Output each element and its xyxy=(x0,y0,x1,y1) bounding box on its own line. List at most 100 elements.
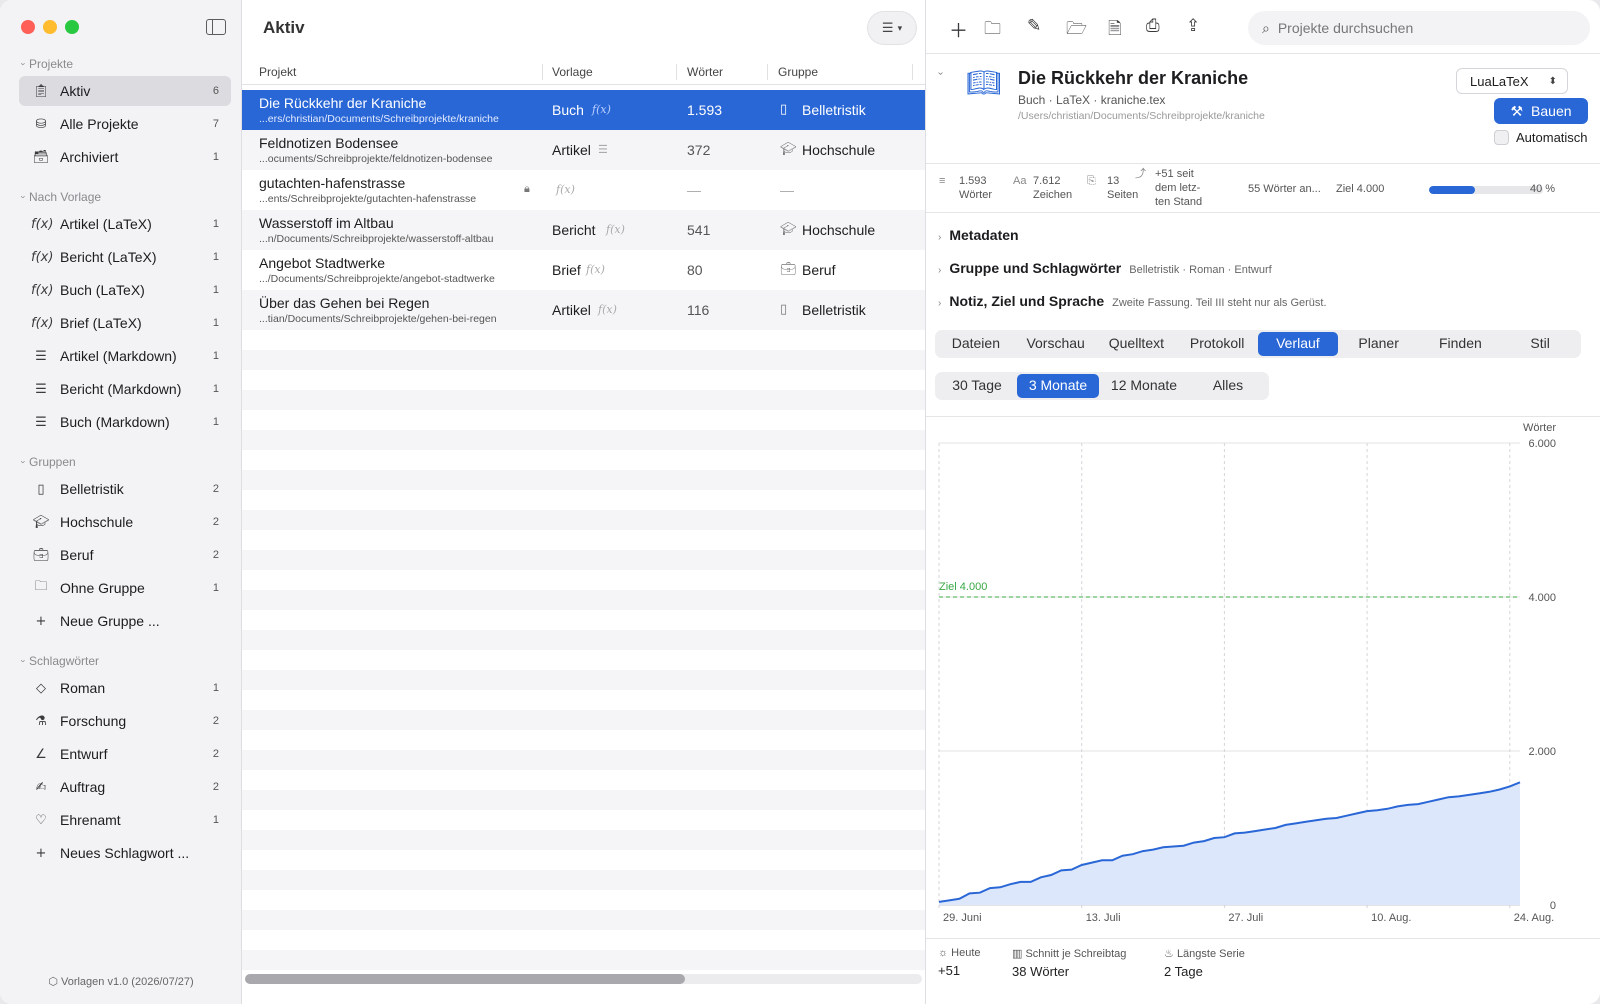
x-tick-label: 24. Aug. xyxy=(1514,912,1554,924)
history-chart: 0 2.000 4.000 6.000 Wörter 29. Juni 13. Juli 27… xyxy=(926,416,1600,938)
x-tick-label: 10. Aug. xyxy=(1371,912,1411,924)
flame-icon: ♨ xyxy=(1164,948,1174,960)
filter-icon: ☰ xyxy=(881,20,894,35)
tab-dateien[interactable]: Dateien xyxy=(937,332,1015,356)
table-row[interactable]: Über das Gehen bei Regen ...tian/Document… xyxy=(242,290,925,330)
sidebar-item-aktiv[interactable]: 📋︎ Aktiv 6 xyxy=(19,76,231,106)
sidebar-item-vorlage[interactable]: f(x) Buch (LaTeX) 1 xyxy=(19,275,231,305)
sidebar-item-gruppe[interactable]: 🎓︎ Hochschule 2 xyxy=(19,507,231,537)
plus-icon: + xyxy=(35,845,47,861)
x-tick-label: 27. Juli xyxy=(1228,912,1263,924)
sidebar-item-tag[interactable]: ◇ Roman 1 xyxy=(19,673,231,703)
column-header-woerter[interactable]: Wörter xyxy=(687,65,723,79)
tab-quelltext[interactable]: Quelltext xyxy=(1097,332,1177,356)
minimize-window-button[interactable] xyxy=(43,20,57,34)
table-row[interactable]: Feldnotizen Bodensee ...ocuments/Schreibp… xyxy=(242,130,925,170)
build-button[interactable]: ⚒ Bauen xyxy=(1494,98,1588,124)
filter-menu-button[interactable]: ☰ ▾ xyxy=(867,11,917,45)
sidebar-item-vorlage[interactable]: ☰ Artikel (Markdown) 1 xyxy=(19,341,231,371)
goal-label: Ziel 4.000 xyxy=(939,581,987,593)
tab-stil[interactable]: Stil xyxy=(1501,332,1579,356)
section-header-vorlage[interactable]: › Nach Vorlage xyxy=(19,190,102,204)
goal-progress-bar xyxy=(1429,186,1543,194)
sidebar-item-vorlage[interactable]: f(x) Bericht (LaTeX) 1 xyxy=(19,242,231,272)
search-input[interactable]: ⌕ Projekte durchsuchen xyxy=(1248,11,1590,45)
document-header: ‹ 📖︎ Die Rückkehr der Kraniche Buch · La… xyxy=(926,60,1600,160)
bar-chart-icon: ▥ xyxy=(1012,948,1023,960)
range-alles[interactable]: Alles xyxy=(1189,374,1267,398)
sidebar-item-gruppe[interactable]: 💼︎ Beruf 2 xyxy=(19,540,231,570)
document-title: Die Rückkehr der Kraniche xyxy=(1018,68,1249,88)
book-icon: ▯ xyxy=(780,102,788,117)
sidebar-item-gruppe[interactable]: ▯ Belletristik 2 xyxy=(19,474,231,504)
automatic-checkbox[interactable]: Automatisch xyxy=(1494,130,1588,145)
note-goal-language-disclosure[interactable]: › Notiz, Ziel und Sprache Zweite Fassung. … xyxy=(938,293,1327,309)
section-header-projekte[interactable]: › Projekte xyxy=(19,57,74,71)
collapse-chevron-icon[interactable]: ‹ xyxy=(935,72,946,75)
range-3-monate[interactable]: 3 Monate xyxy=(1017,374,1099,398)
toolbar: ＋ 🗀 ✎ 🗁 🗎 ⎙ ⇪ ⌕ Projekte durchsuchen xyxy=(926,0,1600,54)
version-footer: ⬡ Vorlagen v1.0 (2026/07/27) xyxy=(48,976,194,988)
horizontal-scrollbar-thumb[interactable] xyxy=(245,974,685,984)
y-axis-label: Wörter xyxy=(1523,422,1556,434)
graduation-cap-icon: 🎓︎ xyxy=(780,222,797,237)
table-row[interactable]: Angebot Stadtwerke .../Documents/Schreibp… xyxy=(242,250,925,290)
new-folder-icon[interactable]: 🗀 xyxy=(984,16,1001,45)
add-icon[interactable]: ＋ xyxy=(949,16,968,43)
archive-box-icon: 🗃︎ xyxy=(32,149,50,165)
sidebar-item-vorlage[interactable]: f(x) Brief (LaTeX) 1 xyxy=(19,308,231,338)
function-icon: f(x) xyxy=(592,103,611,116)
column-header-gruppe[interactable]: Gruppe xyxy=(778,65,818,79)
engine-select[interactable]: LuaLaTeX ⬍ xyxy=(1456,68,1568,94)
text-lines-icon: ☰ xyxy=(35,414,47,430)
section-header-schlagwoerter[interactable]: › Schlagwörter xyxy=(19,654,100,668)
sidebar-item-vorlage[interactable]: f(x) Artikel (LaTeX) 1 xyxy=(19,209,231,239)
function-icon: f(x) xyxy=(606,223,625,236)
tab-verlauf[interactable]: Verlauf xyxy=(1258,332,1338,356)
tab-vorschau[interactable]: Vorschau xyxy=(1015,332,1097,356)
sidebar-item-alle-projekte[interactable]: ⛁ Alle Projekte 7 xyxy=(19,109,231,139)
sidebar-toggle-icon[interactable] xyxy=(206,19,226,35)
tag-icon: ◇ xyxy=(36,680,46,696)
plus-icon: + xyxy=(35,613,47,629)
history-chart-svg: 0 2.000 4.000 6.000 Wörter 29. Juni 13. Juli 27… xyxy=(938,422,1556,924)
folder-icon[interactable]: 🗁 xyxy=(1066,16,1087,45)
sidebar-item-archiviert[interactable]: 🗃︎ Archiviert 1 xyxy=(19,142,231,172)
document-subtitle: Buch · LaTeX · kraniche.tex xyxy=(1018,93,1166,107)
new-group-button[interactable]: + Neue Gruppe ... xyxy=(19,606,231,636)
tab-protokoll[interactable]: Protokoll xyxy=(1176,332,1258,356)
metadata-disclosure[interactable]: › Metadaten xyxy=(938,227,1019,243)
sidebar-item-vorlage[interactable]: ☰ Buch (Markdown) 1 xyxy=(19,407,231,437)
sidebar-item-tag[interactable]: ✍ Auftrag 2 xyxy=(19,772,231,802)
table-row[interactable]: gutachten-hafenstrasse ...ents/Schreibpro… xyxy=(242,170,925,210)
pdf-document-icon[interactable]: 🗎 xyxy=(1108,16,1122,45)
table-row[interactable]: Wasserstoff im Altbau ...n/Documents/Schr… xyxy=(242,210,925,250)
sidebar-item-tag[interactable]: ∠ Entwurf 2 xyxy=(19,739,231,769)
y-tick-label: 6.000 xyxy=(1528,438,1556,450)
table-row[interactable]: Die Rückkehr der Kraniche ...ers/christia… xyxy=(242,90,925,130)
group-tags-disclosure[interactable]: › Gruppe und Schlagwörter Belletristik · R… xyxy=(938,260,1272,276)
compose-icon[interactable]: ✎ xyxy=(1027,16,1041,36)
sun-icon: ☼ xyxy=(938,947,949,959)
x-tick-label: 29. Juni xyxy=(943,912,982,924)
tab-finden[interactable]: Finden xyxy=(1420,332,1502,356)
window-controls xyxy=(21,20,79,34)
sidebar-item-vorlage[interactable]: ☰ Bericht (Markdown) 1 xyxy=(19,374,231,404)
close-window-button[interactable] xyxy=(21,20,35,34)
zoom-window-button[interactable] xyxy=(65,20,79,34)
tab-planer[interactable]: Planer xyxy=(1338,332,1420,356)
new-tag-button[interactable]: + Neues Schlagwort ... xyxy=(19,838,231,868)
share-icon[interactable]: ⇪ xyxy=(1186,16,1200,36)
range-12-monate[interactable]: 12 Monate xyxy=(1099,374,1189,398)
sidebar-item-gruppe[interactable]: 🗀 Ohne Gruppe 1 xyxy=(19,573,231,603)
range-30-tage[interactable]: 30 Tage xyxy=(937,374,1017,398)
function-icon: f(x) xyxy=(31,216,54,232)
column-header-projekt[interactable]: Projekt xyxy=(259,65,296,79)
section-header-gruppen[interactable]: › Gruppen xyxy=(19,455,76,469)
column-header-vorlage[interactable]: Vorlage xyxy=(552,65,593,79)
print-icon[interactable]: ⎙ xyxy=(1146,16,1160,36)
sidebar-item-tag[interactable]: ♡ Ehrenamt 1 xyxy=(19,805,231,835)
sidebar-item-tag[interactable]: ⚗ Forschung 2 xyxy=(19,706,231,736)
x-tick-label: 13. Juli xyxy=(1086,912,1121,924)
function-icon: f(x) xyxy=(598,303,617,316)
